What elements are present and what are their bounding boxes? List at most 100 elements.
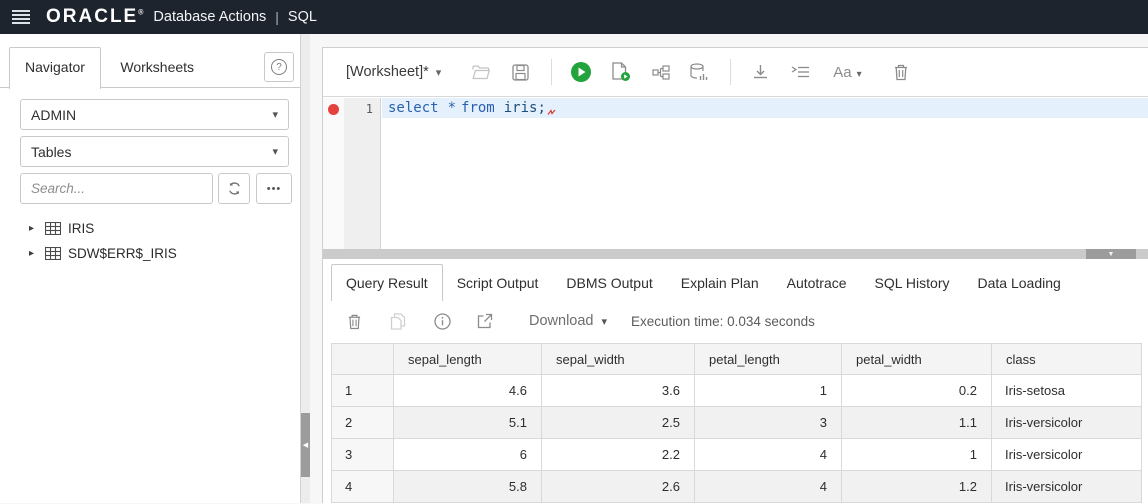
row-number: 1 [332,375,394,407]
tab-dbms-output[interactable]: DBMS Output [552,264,666,301]
code-line-1[interactable]: select * from iris; [382,98,1148,118]
table-row[interactable]: 1 4.6 3.6 1 0.2 Iris-setosa [332,375,1142,407]
download-editor-button[interactable] [750,62,770,82]
download-results-dropdown[interactable]: Download▾ [529,313,607,329]
sql-identifier: iris; [504,100,546,116]
app-context: SQL [288,9,317,25]
tree-item-iris[interactable]: ▸ IRIS [0,216,300,241]
copy-icon [390,313,406,330]
cell[interactable]: 4 [695,471,842,503]
worksheet-selector[interactable]: [Worksheet]*▾ [346,64,441,80]
folder-icon [472,65,490,80]
expand-arrow-icon[interactable]: ▸ [29,248,45,259]
help-button[interactable]: ? [264,52,294,82]
row-number: 2 [332,407,394,439]
column-header[interactable]: class [992,344,1142,375]
external-link-icon [477,313,493,329]
open-in-new-tab-button[interactable] [475,311,495,331]
toolbar-divider [730,59,731,85]
cell[interactable]: 1.2 [842,471,992,503]
tab-sql-history[interactable]: SQL History [861,264,964,301]
results-toolbar: Download▾ Execution time: 0.034 seconds [344,306,815,336]
results-tab-bar: Query Result Script Output DBMS Output E… [331,264,1075,301]
cell[interactable]: 0.2 [842,375,992,407]
chevron-down-icon: ▾ [602,316,608,328]
cell[interactable]: 1 [842,439,992,471]
column-header[interactable]: petal_length [695,344,842,375]
chevron-down-icon: ▾ [272,145,278,158]
cell[interactable]: 4 [695,439,842,471]
refresh-button[interactable] [218,173,250,204]
explain-plan-icon [652,65,670,80]
run-script-button[interactable] [611,62,631,82]
breakpoint-icon[interactable] [328,104,339,115]
result-grid[interactable]: sepal_length sepal_width petal_length pe… [331,343,1142,503]
tab-autotrace[interactable]: Autotrace [773,264,861,301]
search-input[interactable] [20,173,213,204]
cell[interactable]: 3.6 [542,375,695,407]
column-header[interactable]: sepal_width [542,344,695,375]
copy-results-button[interactable] [388,311,408,331]
tab-worksheets[interactable]: Worksheets [105,48,209,89]
object-tree: ▸ IRIS ▸ SDW$ERR$_IRIS [0,216,300,266]
object-type-select[interactable]: Tables ▾ [20,136,289,167]
discard-results-button[interactable] [344,311,364,331]
table-icon [45,247,61,260]
worksheet-panel: [Worksheet]*▾ [322,47,1148,503]
save-button[interactable] [510,62,530,82]
cell[interactable]: 5.8 [394,471,542,503]
cell[interactable]: 4.6 [394,375,542,407]
download-icon [752,64,769,81]
explain-plan-button[interactable] [651,62,671,82]
tab-navigator[interactable]: Navigator [9,47,101,89]
collapse-down-icon: ▼ [1108,251,1115,258]
row-number-header [332,344,394,375]
sidebar: Navigator Worksheets ? ADMIN ▾ Tables ▾ … [0,34,301,503]
schema-select[interactable]: ADMIN ▾ [20,99,289,130]
cell[interactable]: 6 [394,439,542,471]
cell[interactable]: 2.6 [542,471,695,503]
cell[interactable]: 1.1 [842,407,992,439]
run-icon [571,62,591,82]
open-file-button[interactable] [471,62,491,82]
sql-star: * [448,100,456,116]
expand-arrow-icon[interactable]: ▸ [29,223,45,234]
table-row[interactable]: 3 6 2.2 4 1 Iris-versicolor [332,439,1142,471]
table-row[interactable]: 4 5.8 2.6 4 1.2 Iris-versicolor [332,471,1142,503]
tab-data-loading[interactable]: Data Loading [964,264,1075,301]
vertical-splitter[interactable]: ◀ [301,34,310,503]
cell[interactable]: 5.1 [394,407,542,439]
menu-icon[interactable] [12,10,30,24]
column-header[interactable]: sepal_length [394,344,542,375]
table-row[interactable]: 2 5.1 2.5 3 1.1 Iris-versicolor [332,407,1142,439]
cell[interactable]: 2.5 [542,407,695,439]
run-statement-button[interactable] [571,62,591,82]
refresh-icon [227,181,242,196]
horizontal-splitter[interactable]: ▼ [323,249,1148,259]
ellipsis-icon: ••• [267,183,282,195]
cell[interactable]: Iris-versicolor [992,471,1142,503]
clear-editor-button[interactable] [891,62,911,82]
cell[interactable]: Iris-versicolor [992,439,1142,471]
sidebar-collapse-handle[interactable]: ◀ [301,413,310,477]
cell[interactable]: Iris-setosa [992,375,1142,407]
cell[interactable]: 2.2 [542,439,695,471]
more-actions-button[interactable]: ••• [256,173,292,204]
format-button[interactable] [790,62,810,82]
cell[interactable]: 1 [695,375,842,407]
tab-script-output[interactable]: Script Output [443,264,553,301]
results-collapse-handle[interactable]: ▼ [1086,249,1136,259]
row-number: 3 [332,439,394,471]
autotrace-icon [690,63,708,81]
app-title: Database Actions [153,9,266,25]
tab-query-result[interactable]: Query Result [331,264,443,301]
column-header[interactable]: petal_width [842,344,992,375]
query-info-button[interactable] [432,311,452,331]
autotrace-button[interactable] [689,62,709,82]
save-icon [512,64,529,81]
cell[interactable]: Iris-versicolor [992,407,1142,439]
font-size-selector[interactable]: Aa▾ [833,64,861,81]
tab-explain-plan[interactable]: Explain Plan [667,264,773,301]
tree-item-sdw-err-iris[interactable]: ▸ SDW$ERR$_IRIS [0,241,300,266]
cell[interactable]: 3 [695,407,842,439]
